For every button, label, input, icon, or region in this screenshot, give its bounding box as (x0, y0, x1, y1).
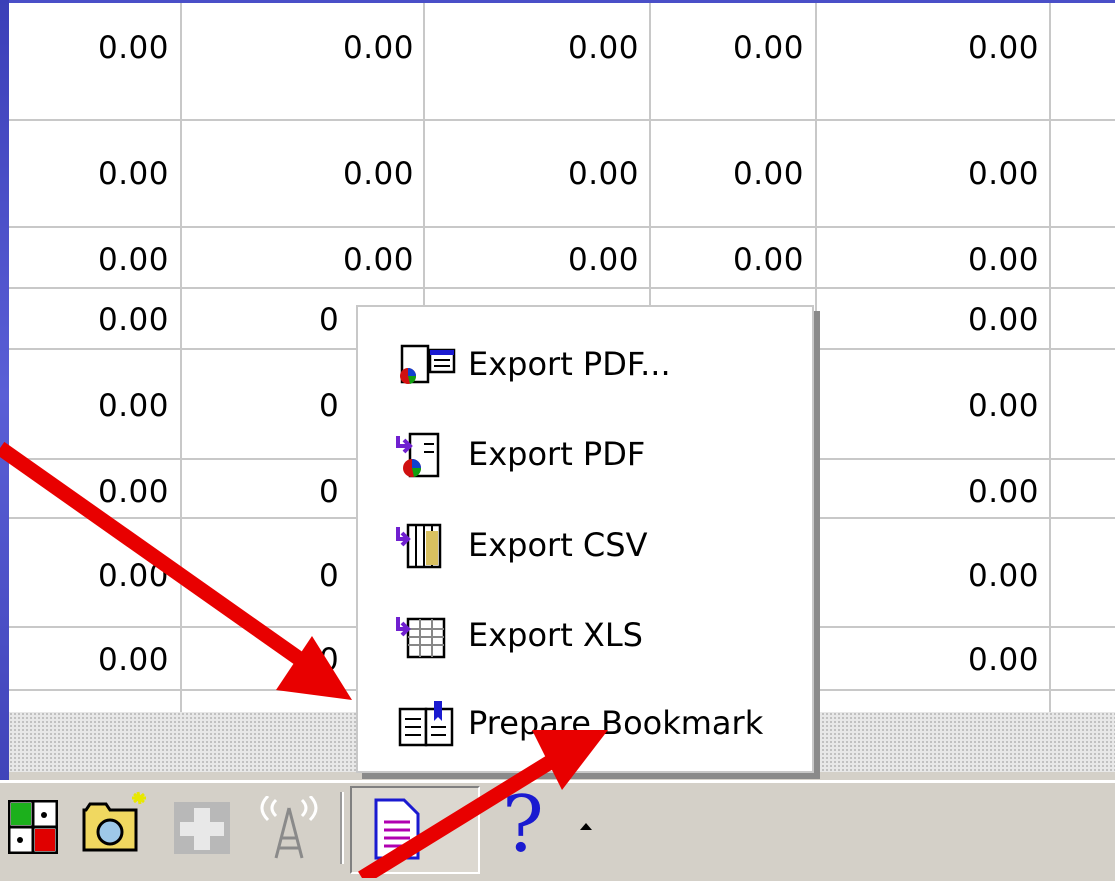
grid-cell[interactable]: 0.00 (659, 31, 804, 65)
grid-cell[interactable]: 0 (319, 389, 359, 423)
grid-row-divider (9, 287, 1115, 289)
bookmark-book-icon (398, 701, 454, 747)
dropdown-arrow-icon[interactable] (440, 823, 452, 830)
export-pdf-icon (396, 432, 440, 478)
grid-row-divider (9, 226, 1115, 228)
grid-cell[interactable]: 0 (319, 643, 359, 677)
grid-cell[interactable]: 0.00 (429, 243, 639, 277)
grid-cell[interactable]: 0.00 (9, 303, 169, 337)
grid-cell[interactable]: 0.00 (829, 157, 1039, 191)
grid-cell[interactable]: 0.00 (829, 303, 1039, 337)
grid-cell[interactable]: 0.00 (829, 243, 1039, 277)
grid-row-divider (9, 119, 1115, 121)
help-icon[interactable]: ? (502, 780, 544, 870)
grid-cell[interactable]: 0.00 (659, 243, 804, 277)
grid-column-divider (1049, 3, 1051, 718)
grid-cell[interactable]: 0.00 (659, 157, 804, 191)
grid-cell[interactable]: 0.00 (9, 157, 169, 191)
dropdown-arrow-icon[interactable] (580, 823, 592, 830)
export-pdf-dialog-icon (400, 344, 456, 384)
menu-item-label: Prepare Bookmark (468, 704, 764, 742)
grid-cell[interactable]: 0.00 (829, 643, 1039, 677)
bottom-toolbar (0, 780, 1115, 881)
grid-cell[interactable]: 0.00 (829, 31, 1039, 65)
menu-item-export-pdf-dialog[interactable]: Export PDF... (358, 334, 812, 394)
grid-cell[interactable]: 0.00 (429, 157, 639, 191)
menu-item-label: Export PDF (468, 435, 646, 473)
grid-cell[interactable]: 0.00 (829, 475, 1039, 509)
grid-cell[interactable]: 0.00 (9, 31, 169, 65)
grid-cell[interactable]: 0 (319, 303, 359, 337)
grid-cell[interactable]: 0.00 (429, 31, 639, 65)
menu-item-export-pdf[interactable]: Export PDF (358, 424, 812, 484)
export-popup-menu: Export PDF... Export PDF Export CSV Expo… (356, 305, 814, 773)
antenna-icon-disabled (260, 796, 318, 859)
grid-cell[interactable]: 0 (319, 475, 359, 509)
grid-cell[interactable]: 0.00 (9, 559, 169, 593)
menu-item-label: Export XLS (468, 616, 643, 654)
grid-cell[interactable]: 0.00 (9, 643, 169, 677)
grid-cell[interactable]: 0.00 (189, 157, 414, 191)
grid-column-divider (180, 3, 182, 718)
export-csv-icon (396, 523, 442, 569)
grid-cell[interactable]: 0.00 (189, 31, 414, 65)
toolbar-top-border (9, 772, 1115, 780)
menu-item-prepare-bookmark[interactable]: Prepare Bookmark (358, 693, 812, 753)
menu-item-label: Export PDF... (468, 345, 671, 383)
grid-cell[interactable]: 0 (319, 559, 359, 593)
menu-item-export-xls[interactable]: Export XLS (358, 605, 812, 665)
grid-column-divider (815, 3, 817, 718)
toolbar-separator (340, 792, 344, 864)
grid-cell[interactable]: 0.00 (9, 243, 169, 277)
slide-left-edge (0, 0, 9, 878)
grid-cell[interactable]: 0.00 (829, 389, 1039, 423)
grid-cell[interactable]: 0.00 (9, 389, 169, 423)
export-document-icon[interactable] (372, 798, 422, 860)
grid-layout-icon[interactable] (8, 800, 58, 854)
export-xls-icon (396, 617, 446, 659)
grid-cell[interactable]: 0.00 (189, 243, 414, 277)
menu-item-label: Export CSV (468, 526, 648, 564)
grid-cell[interactable]: 0.00 (9, 475, 169, 509)
menu-item-export-csv[interactable]: Export CSV (358, 515, 812, 575)
add-icon-disabled (174, 802, 230, 854)
open-folder-icon[interactable] (80, 790, 152, 860)
grid-cell[interactable]: 0.00 (829, 559, 1039, 593)
